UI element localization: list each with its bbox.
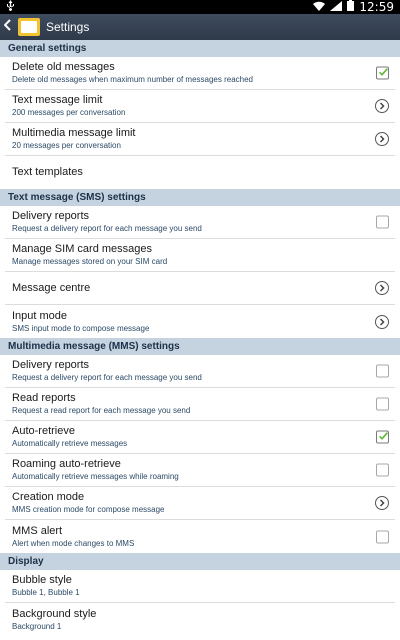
checkbox[interactable]	[376, 215, 389, 229]
section-header: Text message (SMS) settings	[0, 189, 400, 206]
settings-list: General settings Delete old messages Delet…	[0, 40, 400, 636]
battery-icon	[347, 0, 355, 14]
page-title: Settings	[46, 20, 90, 34]
row-subtitle: 200 messages per conversation	[12, 108, 126, 117]
settings-row[interactable]: Manage SIM card messages Manage messages …	[5, 239, 395, 272]
row-title: Text templates	[12, 166, 83, 178]
row-title: Roaming auto-retrieve	[12, 458, 121, 470]
chevron-right-icon[interactable]	[375, 132, 389, 146]
row-subtitle: Automatically retrieve messages	[12, 439, 128, 448]
row-subtitle: Delete old messages when maximum number …	[12, 75, 254, 84]
row-subtitle: Request a delivery report for each messa…	[12, 224, 202, 233]
row-subtitle: SMS input mode to compose message	[12, 323, 150, 333]
settings-row[interactable]: Roaming auto-retrieve Automatically retri…	[5, 454, 395, 487]
row-title: Delivery reports	[12, 359, 90, 371]
row-title: Read reports	[12, 392, 76, 404]
section-header: Multimedia message (MMS) settings	[0, 338, 400, 355]
settings-row[interactable]: Auto-retrieve Automatically retrieve mess…	[5, 421, 395, 454]
settings-row[interactable]: Multimedia message limit 20 messages per …	[5, 123, 395, 156]
row-subtitle: 20 messages per conversation	[12, 141, 121, 150]
checkbox-checked[interactable]	[376, 430, 389, 444]
chevron-right-icon[interactable]	[375, 314, 389, 329]
row-subtitle: Bubble 1, Bubble 1	[12, 588, 80, 597]
action-bar: Settings	[0, 14, 400, 40]
row-subtitle: MMS creation mode for compose message	[12, 505, 165, 514]
row-title: Delivery reports	[12, 210, 90, 222]
checkmark-icon	[379, 67, 388, 76]
settings-row[interactable]: Creation mode MMS creation mode for compo…	[5, 487, 395, 520]
row-title: Bubble style	[12, 574, 72, 586]
row-title: Auto-retrieve	[12, 425, 75, 437]
settings-row[interactable]: Bubble style Bubble 1, Bubble 1	[5, 570, 395, 603]
settings-row[interactable]: Delivery reports Request a delivery repor…	[5, 355, 395, 388]
settings-row[interactable]: Text templates	[5, 156, 395, 189]
row-title: Multimedia message limit	[12, 127, 136, 139]
row-title: Creation mode	[12, 491, 85, 503]
signal-icon	[330, 0, 343, 14]
settings-row[interactable]: Text message limit 200 messages per conve…	[5, 90, 395, 123]
chevron-right-icon[interactable]	[375, 496, 389, 510]
chevron-right-icon[interactable]	[375, 99, 389, 113]
checkbox[interactable]	[376, 530, 389, 543]
row-title: Delete old messages	[12, 61, 115, 73]
messages-app-icon[interactable]	[18, 18, 40, 36]
section-header: Display	[0, 553, 400, 570]
checkbox[interactable]	[376, 397, 389, 411]
row-title: Message centre	[12, 281, 91, 294]
row-title: Text message limit	[12, 94, 103, 106]
row-subtitle: Automatically retrieve messages while ro…	[12, 472, 179, 481]
settings-row[interactable]: Delivery reports Request a delivery repor…	[5, 206, 395, 239]
row-subtitle: Alert when mode changes to MMS	[12, 538, 135, 548]
status-time: 12:59	[359, 0, 394, 14]
wifi-icon	[313, 1, 326, 14]
row-subtitle: Background 1	[12, 621, 62, 631]
section-header: General settings	[0, 40, 400, 57]
checkbox[interactable]	[376, 463, 389, 477]
settings-row[interactable]: Read reports Request a read report for ea…	[5, 388, 395, 421]
usb-icon	[6, 0, 15, 14]
status-bar: 12:59	[0, 0, 400, 14]
settings-row[interactable]: Background style Background 1	[5, 603, 395, 636]
settings-row[interactable]: Message centre	[5, 272, 395, 305]
settings-row[interactable]: MMS alert Alert when mode changes to MMS	[5, 520, 395, 553]
row-title: Background style	[12, 607, 97, 620]
back-icon[interactable]	[3, 14, 16, 40]
checkbox[interactable]	[376, 364, 389, 378]
settings-row[interactable]: Input mode SMS input mode to compose mess…	[5, 305, 395, 338]
row-title: Input mode	[12, 309, 68, 322]
row-title: Manage SIM card messages	[12, 243, 153, 255]
checkmark-icon	[379, 431, 388, 440]
chevron-right-icon[interactable]	[375, 281, 389, 295]
status-icons: 12:59	[313, 0, 394, 14]
checkbox-checked[interactable]	[376, 66, 389, 80]
row-title: MMS alert	[12, 524, 63, 537]
row-subtitle: Request a delivery report for each messa…	[12, 373, 202, 382]
row-subtitle: Manage messages stored on your SIM card	[12, 257, 168, 266]
row-subtitle: Request a read report for each message y…	[12, 406, 191, 415]
settings-row[interactable]: Delete old messages Delete old messages w…	[5, 57, 395, 90]
